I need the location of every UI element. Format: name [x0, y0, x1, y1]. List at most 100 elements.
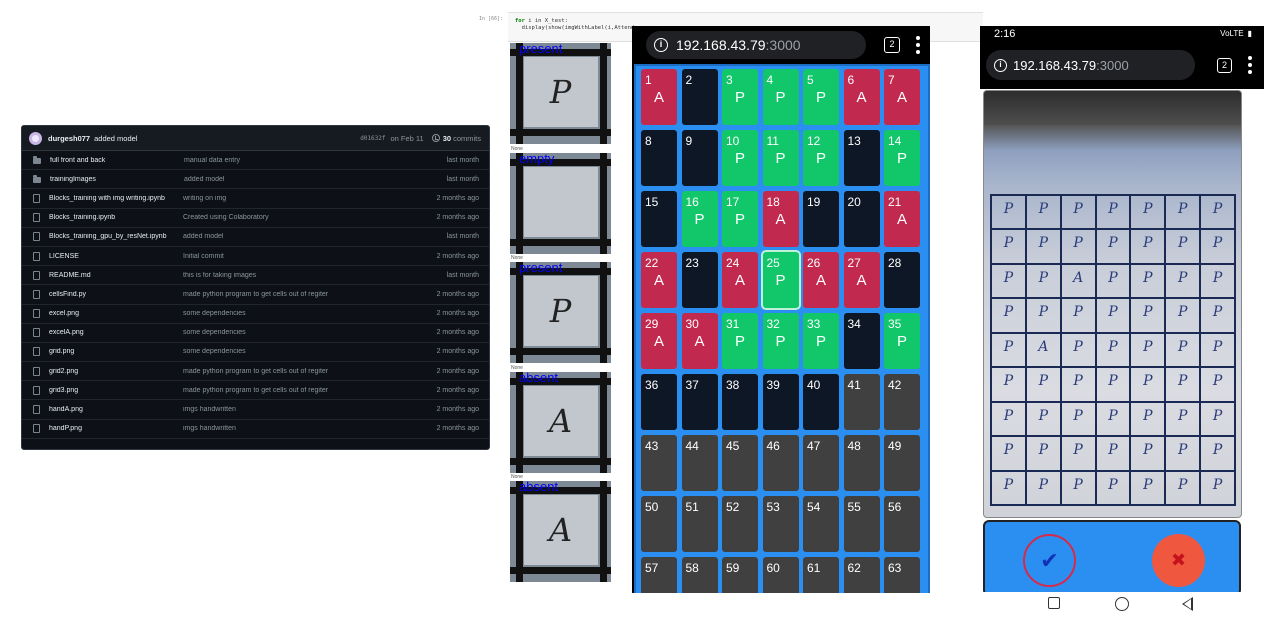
- attendance-cell[interactable]: 60: [762, 557, 799, 593]
- file-commit-message[interactable]: some dependencies: [183, 329, 409, 336]
- file-name[interactable]: excelA.png: [49, 329, 183, 336]
- attendance-cell[interactable]: 4P: [762, 69, 799, 125]
- attendance-cell[interactable]: 21 A: [884, 191, 920, 247]
- attendance-cell[interactable]: 35 P: [884, 313, 920, 369]
- file-row[interactable]: Blocks_training_gpu_by_resNet.ipynb added…: [22, 228, 489, 247]
- attendance-cell[interactable]: 48: [843, 435, 880, 491]
- commits-link[interactable]: 30 commits: [431, 134, 481, 143]
- attendance-cell[interactable]: 30 A: [681, 313, 718, 369]
- file-commit-message[interactable]: made python program to get cells out of …: [183, 387, 409, 394]
- attendance-cell[interactable]: 36: [641, 374, 677, 430]
- attendance-cell[interactable]: 22 A: [641, 252, 677, 308]
- home-icon[interactable]: [1115, 597, 1129, 611]
- url-field[interactable]: i 192.168.43.79:3000: [646, 30, 866, 59]
- attendance-cell[interactable]: 44: [681, 435, 718, 491]
- file-row[interactable]: handA.png imgs handwritten 2 months ago: [22, 400, 489, 420]
- attendance-cell[interactable]: 49: [884, 435, 920, 491]
- file-name[interactable]: grid3.png: [49, 387, 183, 394]
- attendance-cell[interactable]: 42: [884, 374, 920, 430]
- attendance-cell[interactable]: 25 P: [760, 250, 801, 310]
- attendance-cell[interactable]: 2: [681, 69, 718, 125]
- attendance-cell[interactable]: 34: [843, 313, 880, 369]
- file-commit-message[interactable]: writing on img: [183, 195, 409, 202]
- attendance-cell[interactable]: 41: [843, 374, 880, 430]
- attendance-cell[interactable]: 24 A: [722, 252, 758, 308]
- info-icon[interactable]: i: [994, 58, 1007, 72]
- file-name[interactable]: README.md: [49, 272, 183, 279]
- file-name[interactable]: handA.png: [49, 406, 183, 413]
- file-row[interactable]: cellsFind.py made python program to get c…: [22, 285, 489, 305]
- file-commit-message[interactable]: imgs handwritten: [183, 406, 409, 413]
- attendance-cell[interactable]: 10 P: [722, 130, 758, 186]
- attendance-cell[interactable]: 54: [803, 496, 839, 552]
- attendance-cell[interactable]: 17 P: [722, 191, 758, 247]
- file-row[interactable]: grid3.png made python program to get cell…: [22, 381, 489, 401]
- file-row[interactable]: Blocks_training.ipynb Created using Colab…: [22, 209, 489, 228]
- file-name[interactable]: LICENSE: [49, 253, 183, 260]
- file-commit-message[interactable]: some dependencies: [183, 348, 409, 355]
- file-commit-message[interactable]: added model: [183, 233, 409, 240]
- attendance-cell[interactable]: 1A: [641, 69, 677, 125]
- commit-message[interactable]: added model: [94, 134, 137, 143]
- attendance-cell[interactable]: 59: [722, 557, 758, 593]
- file-name[interactable]: grid2.png: [49, 368, 183, 375]
- tab-count-button[interactable]: 2: [884, 36, 900, 53]
- file-name[interactable]: Blocks_training_gpu_by_resNet.ipynb: [49, 233, 183, 240]
- attendance-cell[interactable]: 5P: [803, 69, 839, 125]
- file-commit-message[interactable]: made python program to get cells out of …: [183, 291, 409, 298]
- reject-button[interactable]: ✖: [1152, 534, 1205, 587]
- file-name[interactable]: Blocks_training with img writing.ipynb: [49, 195, 183, 202]
- attendance-cell[interactable]: 33 P: [803, 313, 839, 369]
- attendance-cell[interactable]: 53: [762, 496, 799, 552]
- file-name[interactable]: excel.png: [49, 310, 183, 317]
- info-icon[interactable]: i: [654, 37, 668, 52]
- attendance-cell[interactable]: 14 P: [884, 130, 920, 186]
- file-row[interactable]: grid.png some dependencies 2 months ago: [22, 343, 489, 363]
- file-commit-message[interactable]: imgs handwritten: [183, 425, 409, 432]
- file-commit-message[interactable]: added model: [184, 176, 409, 183]
- file-name[interactable]: trainingImages: [50, 176, 184, 183]
- attendance-cell[interactable]: 43: [641, 435, 677, 491]
- file-name[interactable]: grid.png: [49, 348, 183, 355]
- file-row[interactable]: grid2.png made python program to get cell…: [22, 362, 489, 382]
- recents-icon[interactable]: [1048, 597, 1060, 609]
- file-commit-message[interactable]: Initial commit: [183, 253, 409, 260]
- attendance-cell[interactable]: 51: [681, 496, 718, 552]
- attendance-cell[interactable]: 20: [843, 191, 880, 247]
- attendance-cell[interactable]: 19: [803, 191, 839, 247]
- attendance-cell[interactable]: 56: [884, 496, 920, 552]
- attendance-cell[interactable]: 37: [681, 374, 718, 430]
- attendance-cell[interactable]: 13: [843, 130, 880, 186]
- confirm-button[interactable]: ✔: [1023, 534, 1076, 587]
- attendance-cell[interactable]: 16 P: [681, 191, 718, 247]
- file-commit-message[interactable]: this is for taking images: [183, 272, 409, 279]
- file-name[interactable]: Blocks_training.ipynb: [49, 214, 183, 221]
- attendance-cell[interactable]: 12 P: [803, 130, 839, 186]
- file-commit-message[interactable]: made python program to get cells out of …: [183, 368, 409, 375]
- attendance-cell[interactable]: 63: [884, 557, 920, 593]
- file-row[interactable]: Blocks_training with img writing.ipynb wr…: [22, 189, 489, 209]
- file-row[interactable]: full front and back manual data entry last…: [22, 151, 489, 171]
- attendance-cell[interactable]: 38: [722, 374, 758, 430]
- attendance-cell[interactable]: 40: [803, 374, 839, 430]
- attendance-cell[interactable]: 45: [722, 435, 758, 491]
- attendance-cell[interactable]: 39: [762, 374, 799, 430]
- file-commit-message[interactable]: some dependencies: [183, 310, 409, 317]
- attendance-cell[interactable]: 61: [803, 557, 839, 593]
- attendance-cell[interactable]: 29 A: [641, 313, 677, 369]
- attendance-cell[interactable]: 62: [843, 557, 880, 593]
- attendance-cell[interactable]: 28: [884, 252, 920, 308]
- file-row[interactable]: excelA.png some dependencies 2 months ago: [22, 324, 489, 343]
- url-field[interactable]: i 192.168.43.79:3000: [986, 50, 1195, 80]
- file-row[interactable]: LICENSE Initial commit 2 months ago: [22, 247, 489, 267]
- file-row[interactable]: handP.png imgs handwritten 2 months ago: [22, 420, 489, 439]
- attendance-cell[interactable]: 47: [803, 435, 839, 491]
- attendance-cell[interactable]: 3P: [722, 69, 758, 125]
- file-name[interactable]: cellsFind.py: [49, 291, 183, 298]
- attendance-cell[interactable]: 55: [843, 496, 880, 552]
- menu-icon[interactable]: [916, 35, 920, 54]
- file-commit-message[interactable]: Created using Colaboratory: [183, 214, 409, 221]
- attendance-cell[interactable]: 58: [681, 557, 718, 593]
- menu-icon[interactable]: [1248, 56, 1252, 74]
- attendance-cell[interactable]: 31 P: [722, 313, 758, 369]
